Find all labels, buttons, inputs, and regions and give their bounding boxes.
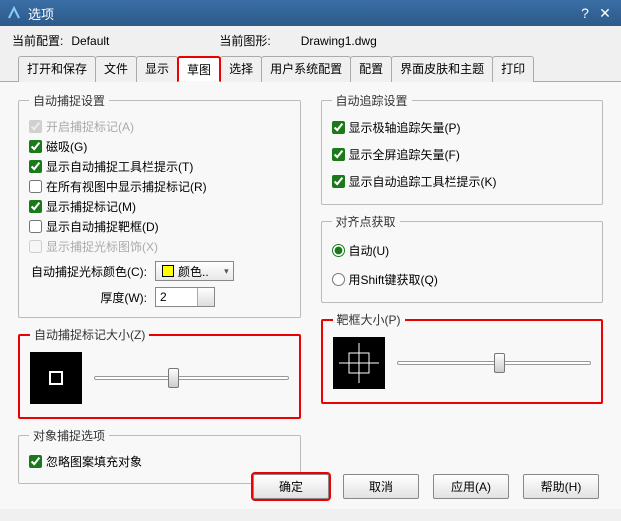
cb-magnet[interactable] <box>29 140 42 153</box>
cb-polar[interactable] <box>332 121 345 134</box>
current-config-label: 当前配置: <box>12 32 63 49</box>
cb-cursor-deco <box>29 240 42 253</box>
rb-shift[interactable] <box>332 273 345 286</box>
cb-marker <box>29 120 42 133</box>
tab-0[interactable]: 打开和保存 <box>18 56 96 82</box>
config-row: 当前配置: Default 当前图形: Drawing1.dwg <box>0 26 621 55</box>
tab-6[interactable]: 配置 <box>350 56 392 82</box>
thickness-label: 厚度(W): <box>29 289 147 306</box>
color-button[interactable]: 颜色.. <box>155 261 234 281</box>
tab-5[interactable]: 用户系统配置 <box>261 56 351 82</box>
marker-size-slider[interactable] <box>94 368 289 388</box>
tab-7[interactable]: 界面皮肤和主题 <box>391 56 493 82</box>
cb-ignore-hatch[interactable] <box>29 455 42 468</box>
window-title: 选项 <box>28 4 575 23</box>
current-drawing-value: Drawing1.dwg <box>301 34 377 48</box>
autosnap-settings-group: 自动捕捉设置 开启捕捉标记(A) 磁吸(G) 显示自动捕捉工具栏提示(T) 在所… <box>18 92 301 318</box>
tab-8[interactable]: 打印 <box>492 56 534 82</box>
current-config-value: Default <box>71 34 109 48</box>
cb-track-tooltip[interactable] <box>332 175 345 188</box>
close-icon[interactable]: ✕ <box>595 5 615 22</box>
autotrack-settings-group: 自动追踪设置 显示极轴追踪矢量(P) 显示全屏追踪矢量(F) 显示自动追踪工具栏… <box>321 92 604 205</box>
marker-size-group: 自动捕捉标记大小(Z) <box>18 326 301 419</box>
cancel-button[interactable]: 取消 <box>343 474 419 499</box>
ok-button[interactable]: 确定 <box>253 474 329 499</box>
thickness-spinner[interactable]: 2 <box>155 287 215 307</box>
titlebar: 选项 ? ✕ <box>0 0 621 26</box>
tabstrip: 打开和保存文件显示草图选择用户系统配置配置界面皮肤和主题打印 <box>0 55 621 82</box>
button-row: 确定 取消 应用(A) 帮助(H) <box>253 474 599 499</box>
tab-4[interactable]: 选择 <box>220 56 262 82</box>
rb-auto[interactable] <box>332 244 345 257</box>
tab-2[interactable]: 显示 <box>136 56 178 82</box>
autosnap-legend: 自动捕捉设置 <box>29 92 109 109</box>
autotrack-legend: 自动追踪设置 <box>332 92 412 109</box>
tab-pane: 自动捕捉设置 开启捕捉标记(A) 磁吸(G) 显示自动捕捉工具栏提示(T) 在所… <box>0 82 621 509</box>
help-button[interactable]: 帮助(H) <box>523 474 599 499</box>
apply-button[interactable]: 应用(A) <box>433 474 509 499</box>
aperture-size-slider[interactable] <box>397 353 592 373</box>
cb-tooltip[interactable] <box>29 160 42 173</box>
aperture-preview <box>333 337 385 389</box>
current-drawing-label: 当前图形: <box>219 32 270 49</box>
cb-aperture[interactable] <box>29 220 42 233</box>
marker-size-legend: 自动捕捉标记大小(Z) <box>30 326 149 343</box>
cb-allviews[interactable] <box>29 180 42 193</box>
tab-1[interactable]: 文件 <box>95 56 137 82</box>
cb-showmarker[interactable] <box>29 200 42 213</box>
color-swatch <box>162 265 174 277</box>
aperture-size-group: 靶框大小(P) <box>321 311 604 404</box>
tab-3[interactable]: 草图 <box>177 56 221 82</box>
osnap-options-legend: 对象捕捉选项 <box>29 427 109 444</box>
app-icon <box>6 5 22 21</box>
help-icon[interactable]: ? <box>575 5 595 21</box>
marker-preview <box>30 352 82 404</box>
color-label: 自动捕捉光标颜色(C): <box>29 263 147 280</box>
align-point-group: 对齐点获取 自动(U) 用Shift键获取(Q) <box>321 213 604 303</box>
cb-fullscreen[interactable] <box>332 148 345 161</box>
aperture-size-legend: 靶框大小(P) <box>333 311 405 328</box>
align-point-legend: 对齐点获取 <box>332 213 400 230</box>
